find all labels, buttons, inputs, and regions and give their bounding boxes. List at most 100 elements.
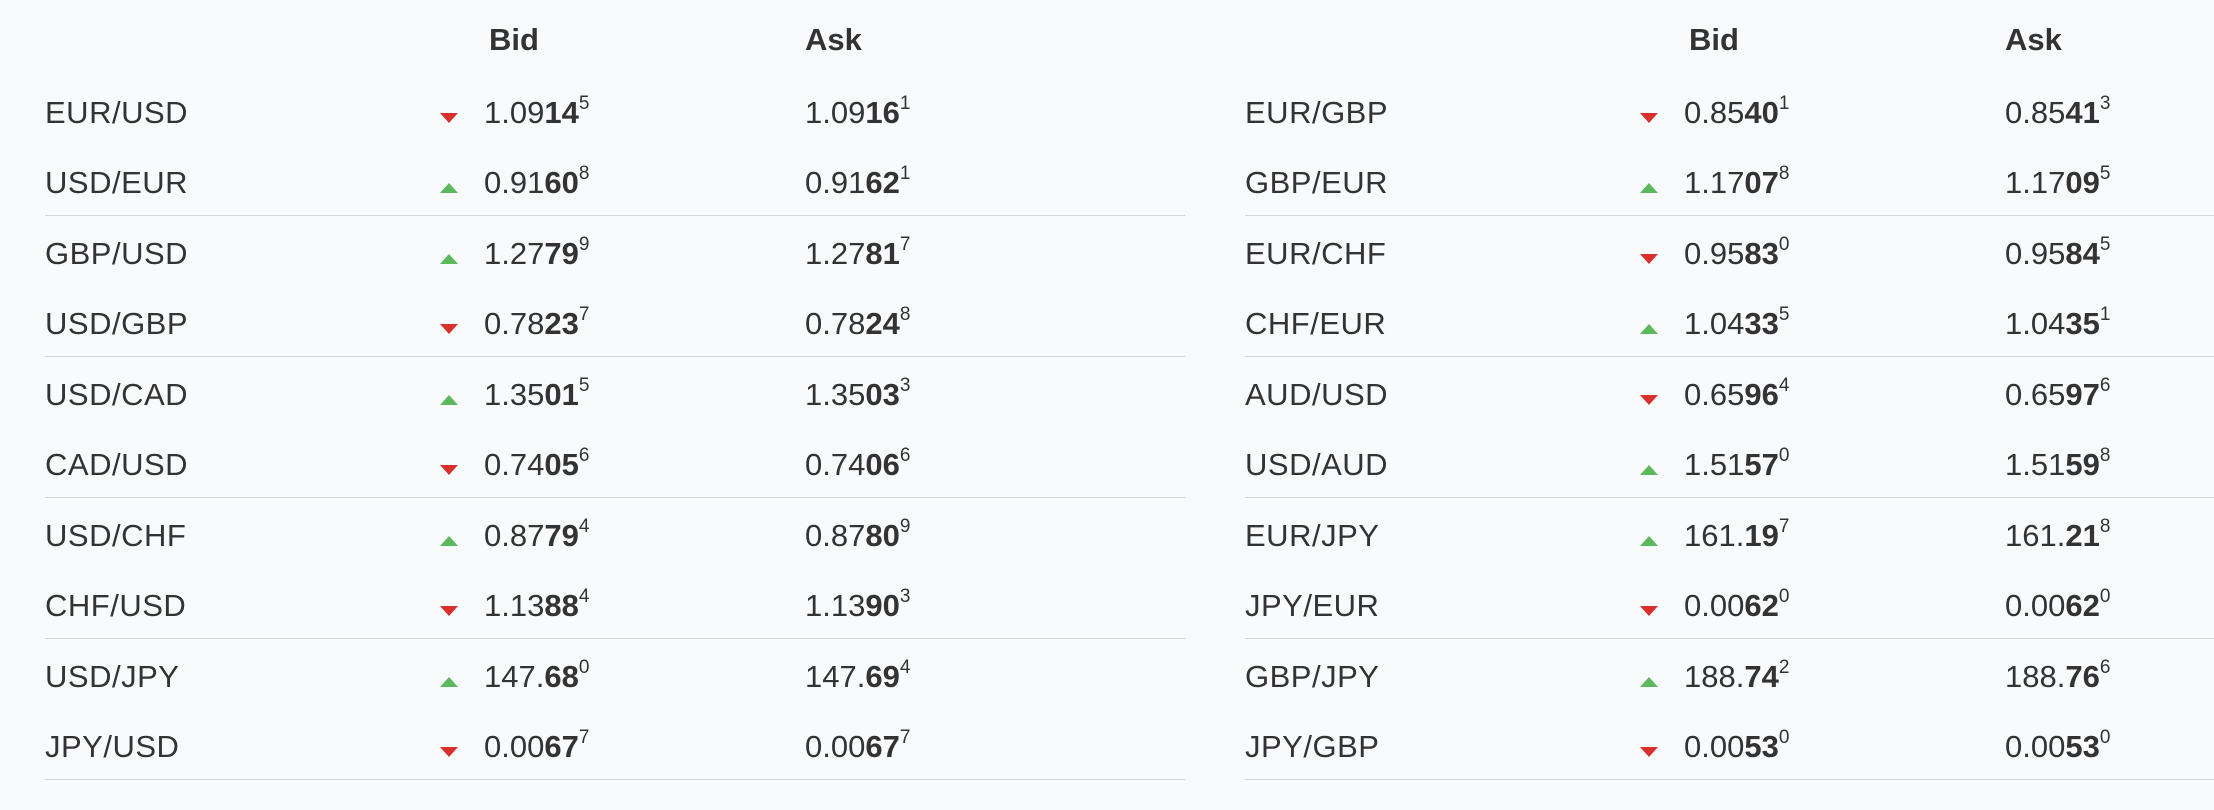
ask-column-header: Ask: [2005, 22, 2062, 57]
rate-row[interactable]: GBP/JPY 188.742 188.766: [1245, 639, 2214, 709]
ask-price-prefix: 0.00: [805, 729, 866, 764]
currency-pair: EUR/JPY: [1245, 518, 1380, 553]
arrow-up-icon: [1640, 677, 1658, 687]
currency-pair: USD/EUR: [45, 165, 189, 200]
rate-row[interactable]: USD/CHF 0.87794 0.87809: [45, 498, 1185, 568]
ask-price: 1.04351: [2005, 304, 2110, 342]
currency-pair: JPY/USD: [45, 729, 180, 764]
bid-price: 1.09145: [484, 93, 589, 131]
ask-price: 0.65976: [2005, 375, 2110, 413]
ask-price-pips: 84: [2065, 236, 2100, 271]
ask-price: 0.87809: [805, 516, 910, 554]
ask-price-prefix: 161.: [2005, 518, 2066, 553]
arrow-up-icon: [440, 395, 458, 405]
ask-price-fraction: 3: [899, 585, 911, 607]
ask-price-prefix: 1.35: [805, 377, 866, 412]
ask-price-prefix: 0.74: [805, 447, 866, 482]
bid-price-pips: 67: [544, 729, 579, 764]
rate-row[interactable]: JPY/USD 0.00677 0.00677: [45, 709, 1185, 780]
bid-price: 0.85401: [1684, 93, 1789, 131]
currency-pair: USD/GBP: [45, 306, 189, 341]
bid-price: 0.74056: [484, 444, 590, 483]
ask-price-fraction: 4: [899, 656, 911, 678]
ask-price-fraction: 5: [2099, 162, 2111, 184]
rate-row[interactable]: JPY/GBP 0.00530 0.00530: [1245, 709, 2214, 780]
bid-price-prefix: 0.00: [1684, 588, 1745, 623]
ask-price-prefix: 0.00: [2005, 588, 2066, 623]
currency-pair: EUR/GBP: [1245, 95, 1389, 130]
rate-rows: EUR/GBP 0.85401 0.85413 GBP/EUR 1.17078 1.170…: [1245, 75, 2214, 780]
rate-row[interactable]: USD/AUD 1.51570 1.51598: [1245, 427, 2214, 498]
currency-pair: USD/AUD: [1245, 447, 1389, 482]
bid-price-fraction: 4: [578, 585, 590, 607]
rate-row[interactable]: JPY/EUR 0.00620 0.00620: [1245, 568, 2214, 639]
bid-price-pips: 79: [544, 236, 579, 271]
bid-price-prefix: 1.04: [1684, 306, 1745, 341]
arrow-down-icon: [440, 747, 458, 757]
bid-price-pips: 33: [1744, 306, 1779, 341]
ask-price-prefix: 1.27: [805, 236, 866, 271]
bid-price-fraction: 6: [578, 444, 590, 466]
arrow-down-icon: [1640, 395, 1658, 405]
rate-row[interactable]: GBP/USD 1.27799 1.27817: [45, 216, 1185, 286]
ask-price-pips: 69: [865, 659, 900, 694]
bid-price-fraction: 9: [578, 233, 590, 255]
bid-price-fraction: 5: [578, 374, 590, 396]
rate-row[interactable]: EUR/GBP 0.85401 0.85413: [1245, 75, 2214, 145]
ask-price-fraction: 3: [2099, 92, 2111, 114]
arrow-down-icon: [440, 113, 458, 123]
rate-row[interactable]: USD/JPY 147.680 147.694: [45, 639, 1185, 709]
rate-row[interactable]: USD/GBP 0.78237 0.78248: [45, 286, 1185, 357]
arrow-up-icon: [1640, 183, 1658, 193]
ask-price-pips: 59: [2065, 447, 2100, 482]
ask-price-pips: 80: [865, 518, 900, 553]
arrow-down-icon: [1640, 606, 1658, 616]
rate-row[interactable]: GBP/EUR 1.17078 1.17095: [1245, 145, 2214, 216]
currency-pair: USD/CAD: [45, 377, 189, 412]
rate-row[interactable]: EUR/USD 1.09145 1.09161: [45, 75, 1185, 145]
ask-price-fraction: 8: [2099, 444, 2111, 466]
bid-price-prefix: 0.78: [484, 306, 545, 341]
bid-price-fraction: 4: [1778, 374, 1790, 396]
ask-price-pips: 81: [865, 236, 900, 271]
rate-row[interactable]: USD/EUR 0.91608 0.91621: [45, 145, 1185, 216]
bid-price-pips: 19: [1744, 518, 1779, 553]
rate-row[interactable]: CHF/USD 1.13884 1.13903: [45, 568, 1185, 639]
rate-row[interactable]: CHF/EUR 1.04335 1.04351: [1245, 286, 2214, 357]
currency-pair: JPY/GBP: [1245, 729, 1380, 764]
rate-row[interactable]: EUR/CHF 0.95830 0.95845: [1245, 216, 2214, 286]
rate-rows: EUR/USD 1.09145 1.09161 USD/EUR 0.91608 0.916…: [45, 75, 1185, 780]
bid-price-pips: 07: [1744, 165, 1779, 200]
bid-price: 1.17078: [1684, 163, 1789, 201]
bid-price-fraction: 0: [1778, 444, 1790, 466]
currency-pair: GBP/EUR: [1245, 165, 1389, 200]
ask-price-fraction: 0: [2099, 726, 2111, 748]
ask-price-prefix: 0.95: [2005, 236, 2066, 271]
arrow-down-icon: [1640, 254, 1658, 264]
bid-price-fraction: 7: [1778, 515, 1790, 537]
ask-price-pips: 90: [865, 588, 900, 623]
ask-price-prefix: 0.00: [2005, 729, 2066, 764]
rate-row[interactable]: USD/CAD 1.35015 1.35033: [45, 357, 1185, 427]
ask-price-fraction: 6: [2099, 656, 2111, 678]
bid-price-prefix: 1.51: [1684, 447, 1745, 482]
bid-price-pips: 88: [544, 588, 579, 623]
ask-price-fraction: 7: [899, 233, 911, 255]
ask-price: 0.00530: [2005, 726, 2111, 765]
rate-row[interactable]: CAD/USD 0.74056 0.74066: [45, 427, 1185, 498]
rate-row[interactable]: AUD/USD 0.65964 0.65976: [1245, 357, 2214, 427]
arrow-up-icon: [440, 536, 458, 546]
bid-price-pips: 74: [1744, 659, 1779, 694]
arrow-down-icon: [440, 465, 458, 475]
bid-price-prefix: 1.17: [1684, 165, 1745, 200]
arrow-down-icon: [440, 606, 458, 616]
rate-row[interactable]: EUR/JPY 161.197 161.218: [1245, 498, 2214, 568]
ask-column-header: Ask: [805, 22, 862, 57]
ask-price-prefix: 1.04: [2005, 306, 2066, 341]
bid-price-pips: 96: [1744, 377, 1779, 412]
bid-price-prefix: 147.: [484, 659, 545, 694]
bid-price-pips: 60: [544, 165, 579, 200]
bid-price: 0.00530: [1684, 727, 1789, 765]
currency-pair: CHF/USD: [45, 588, 187, 623]
bid-price-prefix: 188.: [1684, 659, 1745, 694]
